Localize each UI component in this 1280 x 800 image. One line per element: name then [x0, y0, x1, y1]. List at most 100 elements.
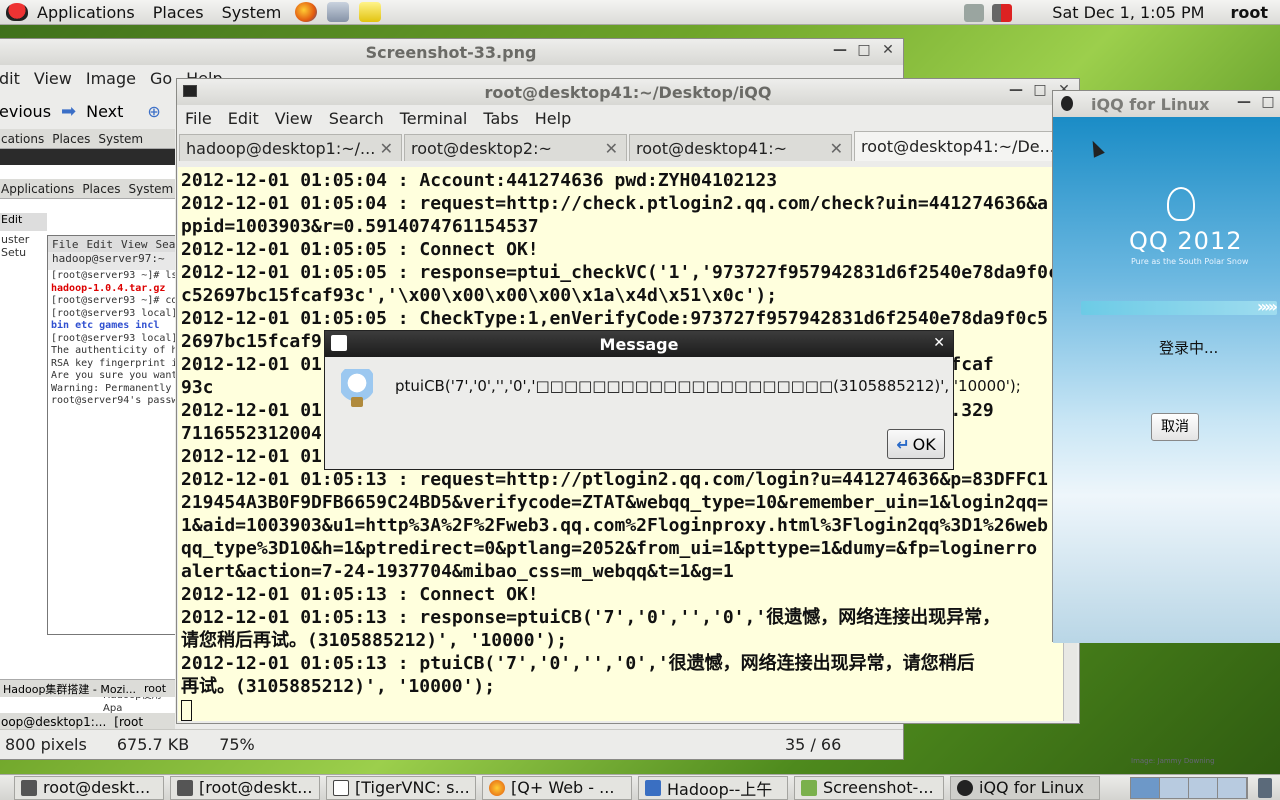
terminal-line: 2012-12-01 01:05:13 : request=http://ptl…: [181, 469, 1048, 490]
menu-places[interactable]: Places: [144, 3, 213, 22]
login-status: 登录中...: [1159, 339, 1219, 357]
window-icon: [333, 779, 349, 796]
mini-terminal: File Edit View Search hadoop@server97:~ …: [47, 235, 175, 635]
redhat-logo-icon[interactable]: [6, 3, 28, 21]
task-screenshot[interactable]: Screenshot-...: [794, 775, 944, 800]
task-root-terminal[interactable]: root@deskt...: [14, 775, 164, 800]
workspace-switcher[interactable]: [1130, 777, 1248, 799]
terminal-tabs: hadoop@desktop1:~/... ✕ root@desktop2:~ …: [177, 131, 1079, 161]
tab-hadoop-desktop1[interactable]: hadoop@desktop1:~/... ✕: [179, 134, 402, 161]
task-root-terminal-2[interactable]: [root@deskt...: [170, 775, 320, 800]
qq-logo-text: QQ 2012: [1129, 227, 1243, 255]
mini-menu-system: System: [98, 131, 144, 146]
viewer-title: Screenshot-33.png: [365, 42, 537, 62]
firefox-icon: [489, 779, 505, 796]
terminal-line: 再试。(3105885212)', '10000');: [181, 676, 496, 697]
trash-icon[interactable]: [1258, 778, 1272, 798]
network-icon[interactable]: [964, 3, 985, 22]
image-size: 675.7 KB: [116, 735, 190, 754]
qq-penguin-logo-icon: [1167, 187, 1195, 221]
close-icon[interactable]: ✕: [881, 42, 895, 58]
mail-launcher-icon[interactable]: [327, 2, 350, 22]
terminal-menu-help[interactable]: Help: [535, 109, 571, 128]
mini-terminal-line: bin etc games incl: [51, 320, 160, 331]
task-iqq[interactable]: iQQ for Linux: [950, 775, 1100, 800]
task-hadoop-folder[interactable]: Hadoop--上午: [638, 775, 788, 800]
next-button[interactable]: Next: [86, 102, 123, 121]
terminal-menubar: File Edit View Search Terminal Tabs Help: [177, 105, 1079, 131]
terminal-cursor: [181, 699, 192, 721]
viewer-statusbar: 800 pixels 675.7 KB 75% 35 / 66: [0, 729, 903, 759]
maximize-icon[interactable]: □: [1261, 94, 1275, 110]
login-progress-bar: ›››››: [1081, 297, 1278, 316]
mini-taskbar: Hadoop集群搭建 - Mozi... root: [0, 679, 175, 697]
terminal-title: root@desktop41:~/Desktop/iQQ: [484, 82, 772, 102]
java-icon: [331, 335, 347, 351]
iqq-window: iQQ for Linux — □ QQ 2012 Pure as the So…: [1052, 90, 1280, 765]
terminal-menu-terminal[interactable]: Terminal: [400, 109, 468, 128]
ok-button[interactable]: ↵ OK: [887, 429, 945, 459]
cancel-button[interactable]: 取消: [1151, 413, 1199, 441]
menu-system[interactable]: System: [213, 3, 291, 22]
viewer-menu-image[interactable]: Image: [86, 69, 136, 91]
bottom-taskbar: root@deskt... [root@deskt... [TigerVNC: …: [0, 774, 1280, 800]
minimize-icon[interactable]: —: [833, 42, 847, 58]
terminal-line: ppid=1003903&r=0.5914074761154537: [181, 216, 539, 237]
dialog-message: ptuiCB('7','0','','0','□□□□□□□□□□□□□□□□□…: [395, 377, 1021, 395]
mini-terminal-line: Are you sure you want: [51, 370, 175, 381]
terminal-menu-edit[interactable]: Edit: [228, 109, 259, 128]
task-qplus-web[interactable]: [Q+ Web - ...: [482, 775, 632, 800]
terminal-line: 1&aid=1003903&u1=http%3A%2F%2Fweb3.qq.co…: [181, 515, 1048, 536]
dialog-titlebar[interactable]: Message ✕: [325, 331, 953, 357]
firefox-launcher-icon[interactable]: [295, 2, 318, 22]
viewer-menu-edit[interactable]: dit: [0, 69, 20, 91]
terminal-menu-search[interactable]: Search: [329, 109, 384, 128]
next-arrow-icon: ➡: [61, 100, 77, 122]
notes-launcher-icon[interactable]: [359, 2, 382, 22]
user-menu[interactable]: root: [1230, 3, 1268, 22]
terminal-menu-tabs[interactable]: Tabs: [483, 109, 518, 128]
close-tab-icon[interactable]: ✕: [830, 139, 843, 158]
terminal-menu-file[interactable]: File: [185, 109, 212, 128]
mini-menu-places-2: Places: [82, 181, 121, 196]
terminal-titlebar[interactable]: root@desktop41:~/Desktop/iQQ — □ ✕: [177, 79, 1079, 105]
zoom-level: 75%: [219, 735, 255, 754]
tab-root-desktop2[interactable]: root@desktop2:~ ✕: [404, 134, 627, 161]
menu-applications[interactable]: Applications: [28, 3, 144, 22]
task-tigervnc[interactable]: [TigerVNC: s...: [326, 775, 476, 800]
minimize-icon[interactable]: —: [1009, 82, 1023, 98]
viewer-menu-go[interactable]: Go: [150, 69, 172, 91]
terminal-line: 2012-12-01 01:05:05 : CheckType:1,enVeri…: [181, 308, 1048, 329]
image-icon: [801, 779, 817, 796]
mini-terminal-line: [root@server93 local]: [51, 332, 175, 344]
screenshot-image: cations Places System Applications Place…: [0, 129, 175, 729]
minimize-icon[interactable]: —: [1237, 94, 1251, 110]
zoom-in-icon[interactable]: ⊕: [147, 102, 160, 121]
clock[interactable]: Sat Dec 1, 1:05 PM: [1052, 3, 1204, 22]
tab-root-desktop41[interactable]: root@desktop41:~ ✕: [629, 134, 852, 161]
mini-terminal-line: [root@server93 ~]# cd: [51, 295, 175, 306]
mini-menus-left: Edit: [0, 213, 47, 231]
qq-logo-subtitle: Pure as the South Polar Snow: [1131, 257, 1249, 266]
maximize-icon[interactable]: □: [857, 42, 871, 58]
close-icon[interactable]: ✕: [933, 335, 945, 351]
volume-muted-icon[interactable]: [992, 3, 1013, 22]
viewer-titlebar[interactable]: Screenshot-33.png — □ ✕: [0, 39, 903, 65]
tab-label: hadoop@desktop1:~/...: [186, 138, 376, 158]
maximize-icon[interactable]: □: [1033, 82, 1047, 98]
terminal-line: qq_type%3D10&h=1&ptredirect=0&ptlang=205…: [181, 538, 1038, 559]
tab-root-desktop41-desktop[interactable]: root@desktop41:~/De...: [854, 131, 1077, 161]
terminal-line: 请您稍后再试。(3105885212)', '10000');: [181, 630, 568, 651]
viewer-menu-view[interactable]: View: [34, 69, 72, 91]
mini-terminal-line: hadoop-1.0.4.tar.gz: [51, 282, 166, 294]
mini-terminal-line: [root@server93 local]: [51, 307, 175, 319]
close-tab-icon[interactable]: ✕: [380, 139, 393, 158]
iqq-titlebar[interactable]: iQQ for Linux — □: [1053, 91, 1280, 117]
previous-button[interactable]: evious: [0, 102, 51, 121]
terminal-line: 2012-12-01 01:05:04 : Account:441274636 …: [181, 170, 778, 191]
close-tab-icon[interactable]: ✕: [605, 139, 618, 158]
qq-penguin-icon: [957, 779, 973, 796]
terminal-menu-view[interactable]: View: [275, 109, 313, 128]
mini-menu-places: Places: [52, 131, 91, 146]
mini-terminal-line: root@server94's passw: [51, 395, 175, 406]
